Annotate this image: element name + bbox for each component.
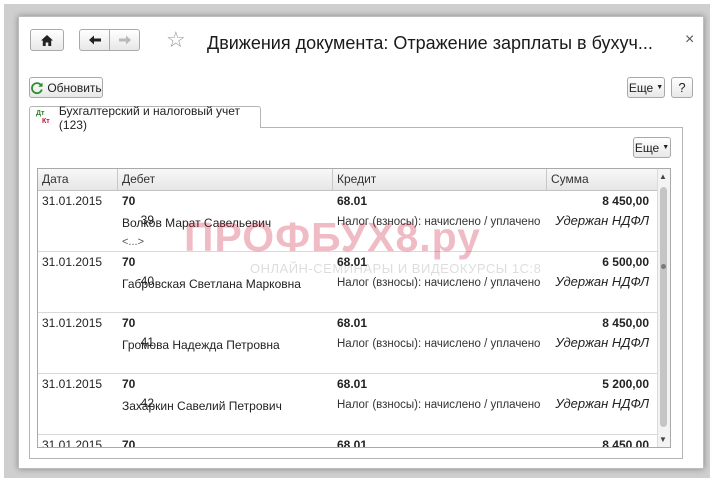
back-button[interactable] <box>79 29 110 51</box>
arrow-left-icon <box>88 35 101 45</box>
operation-content-cell: Удержан НДФЛ <box>555 396 649 411</box>
debit-account-cell: 70 <box>122 316 136 330</box>
table-row[interactable]: 31.01.2015 70 68.01 8 450,00 <box>38 435 657 448</box>
table-body: 31.01.2015 39 70 Волков Марат Савельевич… <box>38 191 657 448</box>
table-row[interactable]: 31.01.2015 41 70 Громова Надежда Петровн… <box>38 313 657 374</box>
scrollbar-thumb[interactable] <box>660 187 667 427</box>
dropdown-arrow-icon: ▼ <box>662 144 670 151</box>
amount-cell: 5 200,00 <box>602 377 649 391</box>
scroll-down-icon[interactable]: ▼ <box>659 435 667 444</box>
help-button[interactable]: ? <box>671 77 693 98</box>
scroll-position-marker <box>661 264 666 269</box>
grid-more-label: Еще <box>634 140 660 155</box>
column-header-date[interactable]: Дата <box>38 169 118 190</box>
table-header: Дата Дебет Кредит Сумма <box>38 169 657 191</box>
operation-content-cell: Удержан НДФЛ <box>555 213 649 228</box>
date-cell: 31.01.2015 <box>42 194 103 208</box>
column-header-credit[interactable]: Кредит <box>333 169 547 190</box>
more-menu-button[interactable]: Еще ▼ <box>627 77 665 98</box>
tab-label: Бухгалтерский и налоговый учет (123) <box>58 103 241 132</box>
help-label: ? <box>678 80 686 95</box>
home-button[interactable] <box>30 29 64 51</box>
vertical-scrollbar[interactable]: ▲ ▼ <box>657 169 670 447</box>
date-cell: 31.01.2015 <box>42 255 103 269</box>
credit-subconto-cell: Налог (взносы): начислено / уплачено <box>337 338 541 350</box>
credit-account-cell: 68.01 <box>337 438 368 448</box>
tab-accounting-tax[interactable]: Дт Кт Бухгалтерский и налоговый учет (12… <box>29 104 261 132</box>
table-row[interactable]: 31.01.2015 39 70 Волков Марат Савельевич… <box>38 191 657 252</box>
debit-account-cell: 70 <box>122 255 136 269</box>
favorite-star-icon[interactable]: ☆ <box>166 29 186 51</box>
debit-account-cell: 70 <box>122 194 136 208</box>
column-header-debit[interactable]: Дебет <box>118 169 333 190</box>
credit-account-cell: 68.01 <box>337 377 368 391</box>
window-title: Движения документа: Отражение зарплаты в… <box>207 33 653 53</box>
amount-cell: 8 450,00 <box>602 194 649 208</box>
title-bar: ☆ Движения документа: Отражение зарплаты… <box>19 17 703 67</box>
debit-subconto-cell: Волков Марат Савельевич <box>122 216 272 230</box>
table-row[interactable]: 31.01.2015 42 70 Захаркин Савелий Петров… <box>38 374 657 435</box>
column-header-amount[interactable]: Сумма <box>547 169 657 190</box>
more-label: Еще <box>628 80 654 95</box>
scroll-up-icon[interactable]: ▲ <box>659 172 667 181</box>
table-row[interactable]: 31.01.2015 40 70 Габровская Светлана Мар… <box>38 252 657 313</box>
operation-content-cell: Удержан НДФЛ <box>555 274 649 289</box>
debit-subconto-cell: Громова Надежда Петровна <box>122 338 280 352</box>
amount-cell: 8 450,00 <box>602 316 649 330</box>
debit-subconto-cell: Габровская Светлана Марковна <box>122 277 301 291</box>
credit-subconto-cell: Налог (взносы): начислено / уплачено <box>337 399 541 411</box>
amount-cell: 8 450,00 <box>602 438 649 448</box>
date-cell: 31.01.2015 <box>42 377 103 391</box>
close-icon[interactable]: × <box>685 31 694 49</box>
grid-more-menu-button[interactable]: Еще ▼ <box>633 137 671 158</box>
dt-icon-text: Дт <box>36 109 45 117</box>
postings-table[interactable]: Дата Дебет Кредит Сумма 31.01.2015 39 70… <box>37 168 671 448</box>
document-movements-window: ☆ Движения документа: Отражение зарплаты… <box>18 16 704 469</box>
debit-account-cell: 70 <box>122 377 136 391</box>
dt-kt-icon: Дт Кт <box>36 110 55 126</box>
debit-account-cell: 70 <box>122 438 136 448</box>
refresh-button[interactable]: Обновить <box>29 77 103 98</box>
forward-button[interactable] <box>109 29 140 51</box>
operation-content-cell: Удержан НДФЛ <box>555 335 649 350</box>
credit-account-cell: 68.01 <box>337 255 368 269</box>
dropdown-arrow-icon: ▼ <box>656 84 664 91</box>
credit-subconto-cell: Налог (взносы): начислено / уплачено <box>337 216 541 228</box>
refresh-icon <box>31 81 43 94</box>
credit-account-cell: 68.01 <box>337 194 368 208</box>
credit-subconto-cell: Налог (взносы): начислено / уплачено <box>337 277 541 289</box>
kt-icon-text: Кт <box>42 117 50 125</box>
amount-cell: 6 500,00 <box>602 255 649 269</box>
debit-more-cell: <...> <box>122 236 145 248</box>
home-icon <box>41 34 53 46</box>
date-cell: 31.01.2015 <box>42 316 103 330</box>
date-cell: 31.01.2015 <box>42 438 103 448</box>
arrow-right-icon <box>118 35 131 45</box>
refresh-label: Обновить <box>47 80 102 95</box>
credit-account-cell: 68.01 <box>337 316 368 330</box>
debit-subconto-cell: Захаркин Савелий Петрович <box>122 399 282 413</box>
